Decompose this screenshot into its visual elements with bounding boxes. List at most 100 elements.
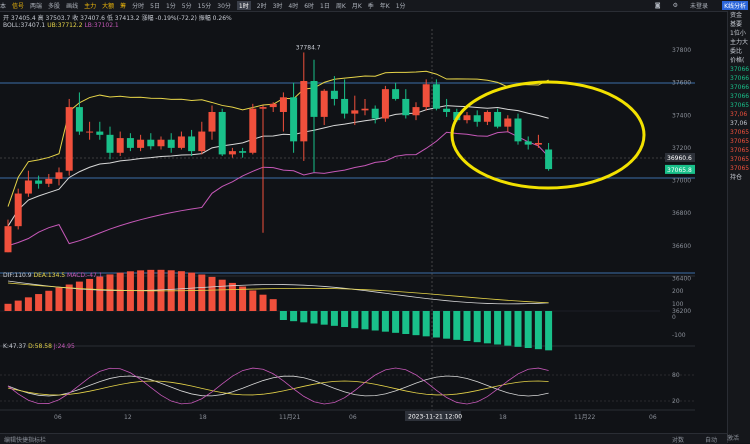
toolbar-right: ◙ ⚙ 未登录: [649, 0, 714, 11]
toolbar-item[interactable]: 两端: [30, 1, 42, 10]
candle-body: [320, 90, 328, 117]
candle-body: [137, 139, 145, 148]
toolbar-item[interactable]: 1日: [320, 1, 330, 10]
macd-bar: [96, 276, 104, 311]
macd-bar: [422, 311, 430, 337]
toolbar-item[interactable]: 年K: [380, 1, 390, 10]
candle-body: [157, 139, 165, 147]
kdj-k: K:47.37: [3, 343, 27, 350]
macd-bar: [545, 311, 553, 351]
sidebar-line: 37066: [730, 93, 750, 100]
time-axis: 06121811月2106121811月22062023-11-21 12:00: [54, 411, 657, 421]
price-tick-label: 37600: [672, 80, 691, 87]
gear-icon[interactable]: ⚙: [673, 2, 678, 9]
toolbar-item[interactable]: 本: [0, 1, 6, 10]
macd-bar: [524, 311, 532, 348]
toolbar-item-selected[interactable]: 1时: [236, 1, 251, 10]
candle-body: [534, 142, 542, 145]
candle-body: [45, 178, 53, 184]
candle-body: [75, 107, 83, 132]
macd-value: MACD:-47.1: [67, 272, 103, 279]
login-status[interactable]: 未登录: [690, 1, 708, 10]
macd-bar: [198, 274, 206, 311]
boll-lower-line: [7, 131, 549, 247]
time-tick-label: 06: [649, 414, 657, 421]
macd-bar: [300, 311, 308, 323]
toolbar-wait[interactable]: 筹: [120, 1, 126, 10]
candle-body: [126, 138, 134, 148]
candle-body: [14, 193, 22, 227]
candle-body: [300, 80, 308, 142]
candle-body: [514, 118, 522, 142]
boll-mid: BOLL:37407.1: [3, 22, 46, 29]
toolbar-big-order[interactable]: 大额: [102, 1, 114, 10]
toolbar-item[interactable]: 分时: [132, 1, 144, 10]
macd-bar: [45, 290, 53, 311]
candle-body: [504, 118, 512, 127]
candle-body: [96, 131, 104, 135]
candles-group: [4, 52, 553, 253]
sidebar-line: 37065: [730, 102, 750, 109]
kdj-d: D:58.58: [28, 343, 52, 350]
macd-dea: DEA:134.5: [33, 272, 66, 279]
candle-body: [188, 136, 196, 152]
candle-body: [310, 80, 318, 117]
toolbar-item[interactable]: 多股: [48, 1, 60, 10]
candle-body: [412, 107, 420, 116]
toolbar-item[interactable]: 信号: [12, 1, 24, 10]
macd-bar: [494, 311, 502, 345]
candle-body: [35, 180, 43, 184]
macd-bar: [402, 311, 410, 334]
price-tick-label: 36200: [672, 308, 691, 315]
macd-bar: [320, 311, 328, 325]
toolbar-item[interactable]: 6时: [304, 1, 314, 10]
current-price-label: 37065.8: [667, 167, 692, 174]
candle-body: [106, 134, 114, 153]
candle-body: [422, 84, 430, 108]
camera-icon[interactable]: ◙: [655, 2, 661, 9]
macd-bar: [106, 274, 114, 311]
footer-bar: 编辑快捷指标栏 对数 自动: [0, 433, 727, 444]
macd-bar: [249, 290, 257, 311]
macd-bar: [381, 311, 389, 332]
toolbar-item[interactable]: 1分: [166, 1, 176, 10]
candle-body: [198, 131, 206, 152]
sidebar-line: 37065: [730, 156, 750, 163]
sidebar-line: 37066: [730, 84, 750, 91]
crosshair-time-label: 2023-11-21 12:00: [408, 414, 462, 421]
macd-bar: [351, 311, 359, 329]
kline-analysis-badge[interactable]: K线分析: [722, 1, 748, 10]
kline-chart[interactable]: 200 100 0 -100 80 20 37800 37600 37400 37200 370…: [0, 11, 695, 433]
macd-bar: [504, 311, 512, 346]
toolbar-item[interactable]: 季: [368, 1, 374, 10]
macd-bar: [341, 311, 349, 327]
macd-bar: [239, 286, 247, 311]
toolbar-item[interactable]: 1分: [396, 1, 406, 10]
toolbar-item[interactable]: 30分: [217, 1, 231, 10]
candle-body: [279, 97, 287, 112]
sidebar-line: 主力大: [730, 39, 749, 46]
toolbar-item[interactable]: 5日: [150, 1, 160, 10]
candle-body: [494, 111, 502, 127]
toolbar-item[interactable]: 画线: [66, 1, 78, 10]
toolbar-item[interactable]: 4时: [288, 1, 298, 10]
toolbar-item[interactable]: 5分: [182, 1, 192, 10]
macd-tick-label: 0: [672, 314, 676, 321]
candle-body: [167, 139, 175, 148]
macd-bar: [86, 278, 94, 311]
boll-lb: LB:37102.1: [84, 22, 119, 29]
toolbar-item[interactable]: 2时: [257, 1, 267, 10]
toolbar-item[interactable]: 周K: [336, 1, 346, 10]
macd-bar: [453, 311, 461, 340]
toolbar-item[interactable]: 月K: [352, 1, 362, 10]
toolbar-main-force[interactable]: 主力: [84, 1, 96, 10]
toolbar-item[interactable]: 15分: [198, 1, 212, 10]
macd-bar: [188, 272, 196, 311]
price-tick-label: 37200: [672, 145, 691, 152]
macd-bar: [534, 311, 542, 350]
sidebar-line: 委比: [730, 48, 743, 55]
macd-bar: [483, 311, 491, 344]
toolbar-item[interactable]: 3时: [273, 1, 283, 10]
macd-bar: [269, 299, 277, 311]
boll-ub: UB:37712.2: [47, 22, 83, 29]
